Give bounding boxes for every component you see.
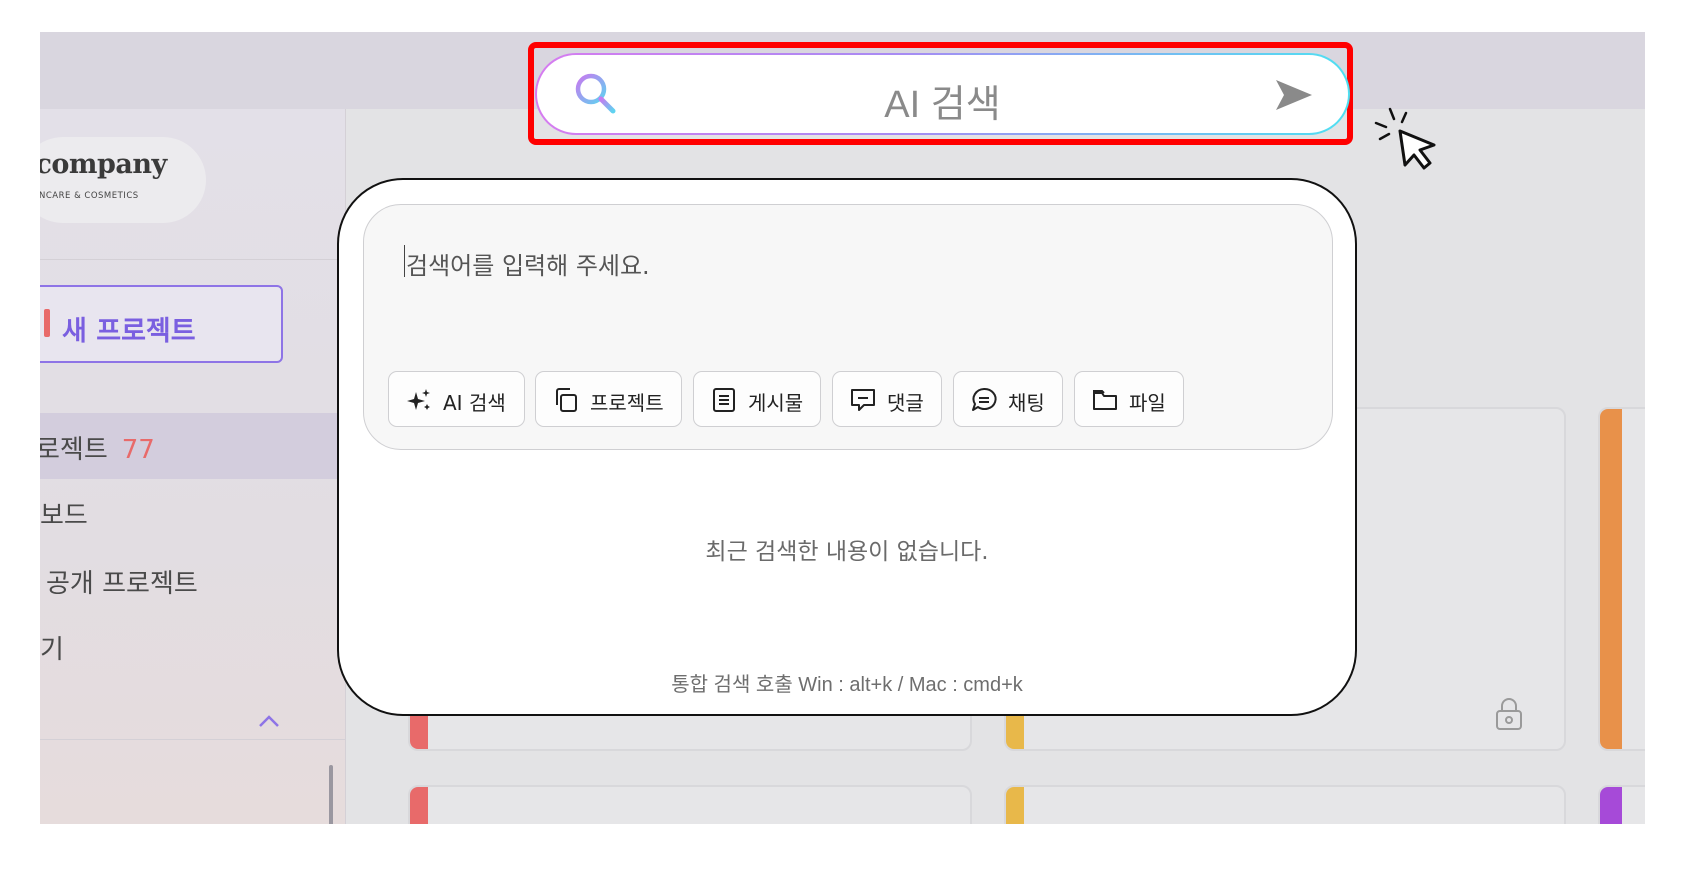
plus-icon — [44, 309, 50, 337]
filter-ai-search-button[interactable]: AI 검색 — [388, 371, 525, 427]
filter-posts-button[interactable]: 게시물 — [693, 371, 821, 427]
filter-files-button[interactable]: 파일 — [1074, 371, 1184, 427]
filter-chat-button[interactable]: 채팅 — [953, 371, 1063, 427]
search-modal: 검색어를 입력해 주세요. AI 검색 프로젝트 게시물 댓글 채팅 파일 최근… — [337, 178, 1357, 716]
shortcut-hint: 통합 검색 호출 Win : alt+k / Mac : cmd+k — [671, 674, 1023, 696]
ai-search-label: AI 검색 — [884, 84, 1001, 126]
logo-subtitle: SKINCARE & COSMETICS — [40, 191, 139, 201]
text-caret — [404, 245, 405, 277]
filter-label: 프로젝트 — [590, 391, 664, 415]
copy-icon — [552, 386, 580, 414]
project-count: 77 — [121, 435, 155, 465]
project-card[interactable] — [1598, 785, 1645, 824]
project-card[interactable] — [408, 785, 972, 824]
divider — [40, 739, 345, 740]
project-card[interactable] — [1598, 407, 1645, 751]
filter-comments-button[interactable]: 댓글 — [832, 371, 942, 427]
folder-icon — [1091, 386, 1119, 414]
sidebar-item-projects-label: 로젝트 — [40, 435, 108, 465]
card-accent — [1006, 787, 1024, 824]
filter-label: 게시물 — [748, 391, 804, 415]
chevron-up-icon[interactable] — [258, 709, 280, 731]
sidebar-item-label: 기 — [40, 635, 64, 665]
sparkle-icon — [405, 386, 433, 414]
document-icon — [710, 386, 738, 414]
chat-icon — [970, 386, 998, 414]
sidebar: Acompany SKINCARE & COSMETICS 새 프로젝트 로젝트… — [40, 109, 346, 824]
sidebar-item-public-projects[interactable]: 공개 프로젝트 — [40, 547, 345, 613]
click-cursor-icon — [1372, 105, 1444, 173]
sidebar-item-label: 공개 프로젝트 — [46, 569, 198, 599]
new-project-label: 새 프로젝트 — [62, 316, 196, 347]
card-accent — [1600, 787, 1622, 824]
sidebar-item-projects[interactable]: 로젝트 77 — [40, 413, 345, 479]
divider — [40, 259, 345, 260]
sidebar-item-label: 보드 — [40, 501, 88, 531]
card-accent — [410, 787, 428, 824]
sidebar-item-label: 로젝트 77 — [40, 429, 155, 466]
ai-search-bar[interactable]: AI 검색 — [535, 53, 1350, 135]
project-card[interactable] — [1004, 785, 1566, 824]
search-input-placeholder[interactable]: 검색어를 입력해 주세요. — [406, 246, 650, 281]
empty-recent-searches: 최근 검색한 내용이 없습니다. — [705, 539, 989, 565]
sidebar-item-more[interactable]: 기 — [40, 613, 345, 679]
sidebar-item-board[interactable]: 보드 — [40, 479, 345, 545]
logo-container[interactable]: Acompany SKINCARE & COSMETICS — [40, 137, 206, 223]
ai-search-bar-inner: AI 검색 — [537, 55, 1348, 133]
search-input-box[interactable]: 검색어를 입력해 주세요. AI 검색 프로젝트 게시물 댓글 채팅 파일 — [363, 204, 1333, 450]
send-icon[interactable] — [1274, 77, 1314, 113]
filter-label: 댓글 — [887, 391, 924, 415]
filter-label: 파일 — [1129, 391, 1166, 415]
logo-text: Acompany — [40, 149, 167, 180]
card-accent — [1600, 409, 1622, 749]
new-project-button[interactable]: 새 프로젝트 — [40, 285, 283, 363]
filter-label: 채팅 — [1008, 391, 1045, 415]
lock-icon — [1494, 697, 1524, 731]
sidebar-scrollbar[interactable] — [329, 765, 333, 824]
comment-icon — [849, 386, 877, 414]
filter-label: AI 검색 — [443, 391, 506, 415]
filter-project-button[interactable]: 프로젝트 — [535, 371, 682, 427]
